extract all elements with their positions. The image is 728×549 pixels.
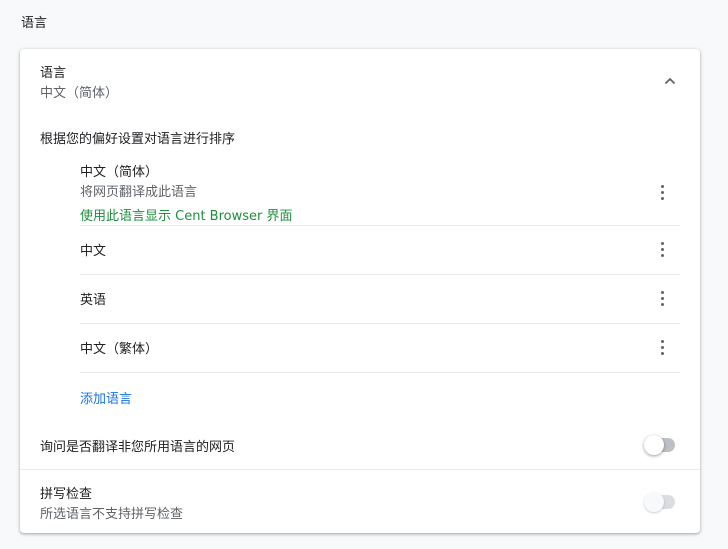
spellcheck-title: 拼写检查 — [40, 487, 93, 502]
language-item-en: 英语 — [80, 274, 680, 324]
language-item-zh-tw: 中文（繁体） — [80, 323, 680, 373]
spellcheck-toggle[interactable] — [644, 492, 678, 512]
language-more-button[interactable] — [652, 337, 672, 357]
offer-translate-toggle[interactable] — [644, 435, 678, 455]
offer-translate-label: 询问是否翻译非您所用语言的网页 — [40, 440, 236, 455]
section-title: 语言 — [21, 16, 48, 31]
language-item-zh: 中文 — [80, 225, 680, 275]
languages-card: 语言 中文（简体） 根据您的偏好设置对语言进行排序 中文（简体） 将网页翻译成此… — [20, 49, 700, 533]
current-language: 中文（简体） — [40, 86, 119, 101]
language-name: 中文（简体） — [80, 165, 159, 180]
language-order-label: 根据您的偏好设置对语言进行排序 — [40, 132, 236, 147]
translate-target-note: 将网页翻译成此语言 — [80, 185, 198, 200]
divider — [20, 469, 700, 470]
language-name: 中文 — [80, 244, 107, 259]
collapse-languages-button[interactable] — [658, 69, 682, 93]
language-more-button[interactable] — [652, 288, 672, 308]
chevron-up-icon — [664, 77, 676, 85]
language-more-button[interactable] — [652, 239, 672, 259]
language-name: 中文（繁体） — [80, 342, 159, 357]
language-item-zh-cn: 中文（简体） 将网页翻译成此语言 使用此语言显示 Cent Browser 界面 — [80, 161, 680, 226]
language-more-button[interactable] — [652, 182, 672, 202]
language-name: 英语 — [80, 293, 107, 308]
languages-header-title: 语言 — [40, 66, 67, 81]
add-language-link[interactable]: 添加语言 — [80, 388, 132, 407]
display-language-note: 使用此语言显示 Cent Browser 界面 — [80, 209, 293, 224]
spellcheck-subtitle: 所选语言不支持拼写检查 — [40, 507, 184, 522]
divider — [80, 372, 680, 373]
